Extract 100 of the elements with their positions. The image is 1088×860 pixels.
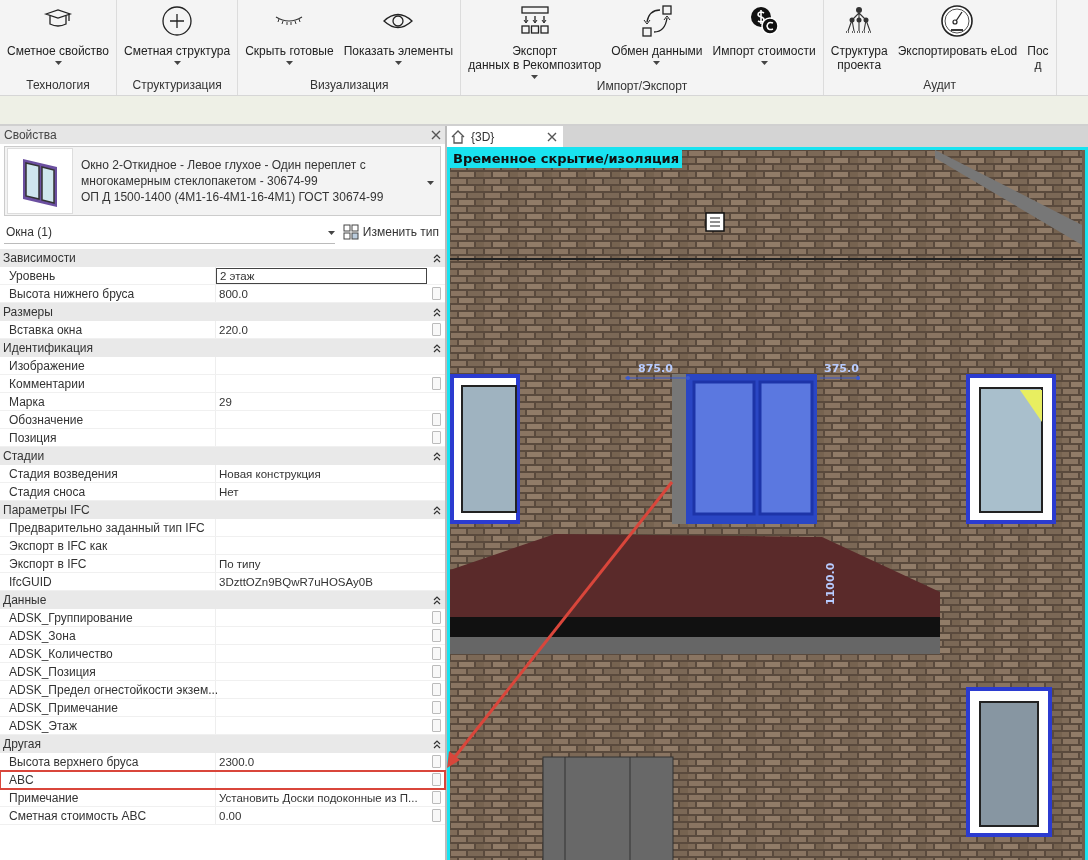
- parameter-button[interactable]: [432, 665, 441, 678]
- ribbon-group-label: Структуризация: [131, 78, 223, 94]
- home-icon: [451, 129, 465, 144]
- gauge-icon: [939, 4, 976, 38]
- group-header[interactable]: Зависимости: [0, 249, 445, 267]
- parameter-button[interactable]: [432, 647, 441, 660]
- property-value-field[interactable]: 2 этаж: [216, 268, 427, 284]
- property-name: Примечание: [0, 789, 216, 806]
- ribbon-group-label: Технология: [25, 78, 91, 94]
- property-row[interactable]: Экспорт в IFC По типу: [0, 555, 445, 573]
- ribbon-button[interactable]: Структура проекта: [825, 0, 893, 78]
- property-row[interactable]: Уровень 2 этаж: [0, 267, 445, 285]
- 3d-view[interactable]: Временное скрытие/изоляция 875.0 375.0 1100.0: [447, 147, 1088, 860]
- property-value: По типу: [218, 556, 262, 572]
- view-tab[interactable]: {3D}: [447, 126, 563, 147]
- window-thumbnail-icon: [7, 148, 73, 214]
- property-name: Марка: [0, 393, 216, 410]
- parameter-button[interactable]: [432, 755, 441, 768]
- property-value: 800.0: [218, 286, 249, 302]
- parameter-button[interactable]: [432, 611, 441, 624]
- property-name: Стадия возведения: [0, 465, 216, 482]
- parameter-button[interactable]: [432, 719, 441, 732]
- property-name: Стадия сноса: [0, 483, 216, 500]
- property-value: 2300.0: [218, 754, 256, 770]
- group-header[interactable]: Размеры: [0, 303, 445, 321]
- collapse-icon[interactable]: [433, 451, 441, 461]
- property-name: Экспорт в IFC: [0, 555, 216, 572]
- property-row[interactable]: ADSK_Примечание: [0, 699, 445, 717]
- ribbon-button[interactable]: Сметное свойство: [2, 0, 115, 78]
- ribbon-button[interactable]: Экспорт данных в Рекомпозитор: [463, 0, 607, 79]
- property-name: IfcGUID: [0, 573, 216, 590]
- property-name: Позиция: [0, 429, 216, 446]
- ribbon-button[interactable]: Пос д: [1022, 0, 1054, 78]
- isolation-banner: Временное скрытие/изоляция: [450, 150, 683, 168]
- property-row[interactable]: Сметная стоимость ABC 0.00: [0, 807, 445, 825]
- collapse-icon[interactable]: [433, 505, 441, 515]
- property-name: ADSK_Группирование: [0, 609, 216, 626]
- category-filter[interactable]: Окна (1): [4, 220, 335, 244]
- ribbon-group-label: Аудит: [922, 78, 957, 94]
- parameter-button[interactable]: [432, 773, 441, 786]
- property-name: Предварительно заданный тип IFC: [0, 519, 216, 536]
- collapse-icon[interactable]: [433, 343, 441, 353]
- ribbon-button[interactable]: Показать элементы: [338, 0, 459, 78]
- parameter-button[interactable]: [432, 413, 441, 426]
- dimension-label: 875.0: [638, 362, 673, 375]
- parameter-button[interactable]: [432, 683, 441, 696]
- ribbon-button[interactable]: Скрыть готовые: [240, 0, 339, 78]
- property-row[interactable]: Марка 29: [0, 393, 445, 411]
- parameter-button[interactable]: [432, 809, 441, 822]
- close-tab-icon[interactable]: [547, 131, 557, 142]
- collapse-icon[interactable]: [433, 253, 441, 263]
- dropdown-caret-icon: [427, 181, 434, 185]
- property-row[interactable]: ADSK_Группирование: [0, 609, 445, 627]
- property-name: ADSK_Предел огнестойкости экзем...: [0, 681, 216, 698]
- group-header[interactable]: Стадии: [0, 447, 445, 465]
- property-row[interactable]: Высота верхнего бруса 2300.0: [0, 753, 445, 771]
- property-name: Вставка окна: [0, 321, 216, 338]
- property-name: Сметная стоимость ABC: [0, 807, 216, 824]
- parameter-button[interactable]: [432, 701, 441, 714]
- property-row[interactable]: ADSK_Предел огнестойкости экзем...: [0, 681, 445, 699]
- edit-type-button[interactable]: Изменить тип: [340, 224, 441, 240]
- property-row[interactable]: ADSK_Количество: [0, 645, 445, 663]
- property-row[interactable]: Изображение: [0, 357, 445, 375]
- ribbon-button[interactable]: Импорт стоимости: [707, 0, 821, 79]
- type-properties-icon: [342, 224, 359, 240]
- parameter-button[interactable]: [432, 791, 441, 804]
- collapse-icon[interactable]: [433, 739, 441, 749]
- collapse-icon[interactable]: [433, 595, 441, 605]
- group-header[interactable]: Данные: [0, 591, 445, 609]
- highlighted-row[interactable]: ABC: [0, 771, 445, 789]
- parameter-button[interactable]: [432, 629, 441, 642]
- close-icon[interactable]: [431, 130, 441, 140]
- parameter-button[interactable]: [432, 431, 441, 444]
- ribbon-group-label: Импорт/Экспорт: [595, 79, 689, 95]
- collapse-icon[interactable]: [433, 307, 441, 317]
- parameter-button[interactable]: [432, 377, 441, 390]
- group-header[interactable]: Идентификация: [0, 339, 445, 357]
- ribbon-button[interactable]: Экспортировать eLod: [892, 0, 1023, 78]
- property-name: ADSK_Примечание: [0, 699, 216, 716]
- parameter-button[interactable]: [432, 323, 441, 336]
- property-row[interactable]: Стадия возведения Новая конструкция: [0, 465, 445, 483]
- group-header[interactable]: Другая: [0, 735, 445, 753]
- group-header[interactable]: Параметры IFC: [0, 501, 445, 519]
- parameter-button[interactable]: [432, 287, 441, 300]
- property-row[interactable]: Экспорт в IFC как: [0, 537, 445, 555]
- type-selector[interactable]: Окно 2-Откидное - Левое глухое - Один переплет с многокамерным стеклопакетом - 30674-99 ОП Д 1500-1400 (4М1-16-4М1-16-4М1) ГОСТ 30674-99: [4, 146, 441, 216]
- property-row[interactable]: Примечание Установить Доски подоконные из П...: [0, 789, 445, 807]
- property-name: Уровень: [0, 267, 216, 284]
- property-row[interactable]: Комментарии: [0, 375, 445, 393]
- ribbon-button[interactable]: Сметная структура: [119, 0, 236, 78]
- property-row[interactable]: Обозначение: [0, 411, 445, 429]
- property-row[interactable]: ADSK_Зона: [0, 627, 445, 645]
- property-name: Изображение: [0, 357, 216, 374]
- ribbon-button[interactable]: Обмен данными: [606, 0, 708, 79]
- property-name: ADSK_Позиция: [0, 663, 216, 680]
- property-name: Высота нижнего бруса: [0, 285, 216, 302]
- property-row[interactable]: Предварительно заданный тип IFC: [0, 519, 445, 537]
- property-row[interactable]: ADSK_Позиция: [0, 663, 445, 681]
- ribbon-group-label: Визуализация: [308, 78, 390, 94]
- property-name: Высота верхнего бруса: [0, 753, 216, 770]
